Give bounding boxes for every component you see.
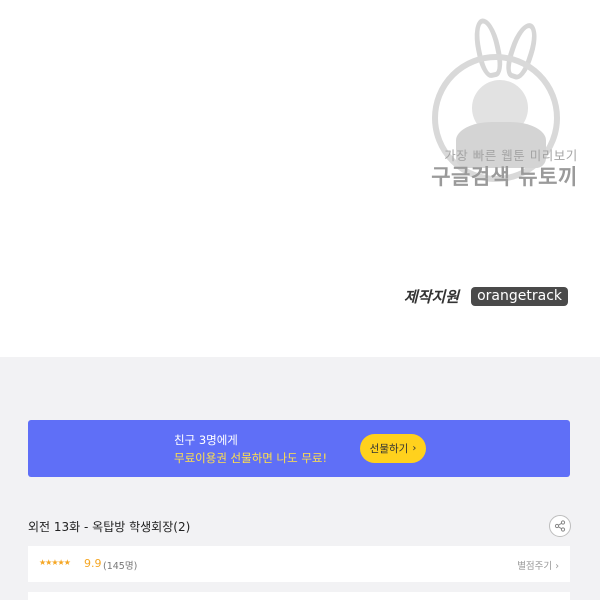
production-credit: 제작지원 orangetrack (404, 286, 568, 307)
chevron-right-icon: › (412, 443, 417, 454)
promo-line-1: 친구 3명에게 (174, 433, 238, 447)
star-rating-icons: ★★★★★ (39, 558, 71, 567)
share-button[interactable] (549, 515, 571, 537)
next-row-partial (28, 592, 570, 600)
share-icon (554, 520, 566, 532)
promo-line-2: 무료이용권 선물하면 나도 무료! (174, 451, 328, 465)
credit-company-badge: orangetrack (471, 287, 568, 306)
rating-row: ★★★★★ 9.9 (145명) 별점주기 › (28, 546, 570, 582)
chevron-right-icon: › (555, 561, 559, 572)
watermark-text-bottom: 구글검색 뉴토끼 (431, 165, 578, 189)
episode-footer: 친구 3명에게 무료이용권 선물하면 나도 무료! 선물하기 › 외전 13화 … (0, 357, 600, 600)
gift-button[interactable]: 선물하기 › (360, 434, 426, 463)
content-area: 가장 빠른 웹툰 미리보기 구글검색 뉴토끼 제작지원 orangetrack (0, 0, 600, 357)
rate-button-label: 별점주기 (517, 561, 553, 572)
watermark-logo: 가장 빠른 웹툰 미리보기 구글검색 뉴토끼 (420, 14, 585, 189)
rating-score: 9.9 (84, 557, 102, 570)
episode-title: 외전 13화 - 옥탑방 학생회장(2) (28, 520, 191, 534)
rate-button[interactable]: 별점주기 › (517, 558, 559, 572)
gift-promo-banner[interactable]: 친구 3명에게 무료이용권 선물하면 나도 무료! 선물하기 › (28, 420, 570, 477)
gift-button-label: 선물하기 (369, 443, 409, 455)
rating-count: (145명) (103, 561, 138, 572)
credit-label: 제작지원 (403, 288, 460, 306)
